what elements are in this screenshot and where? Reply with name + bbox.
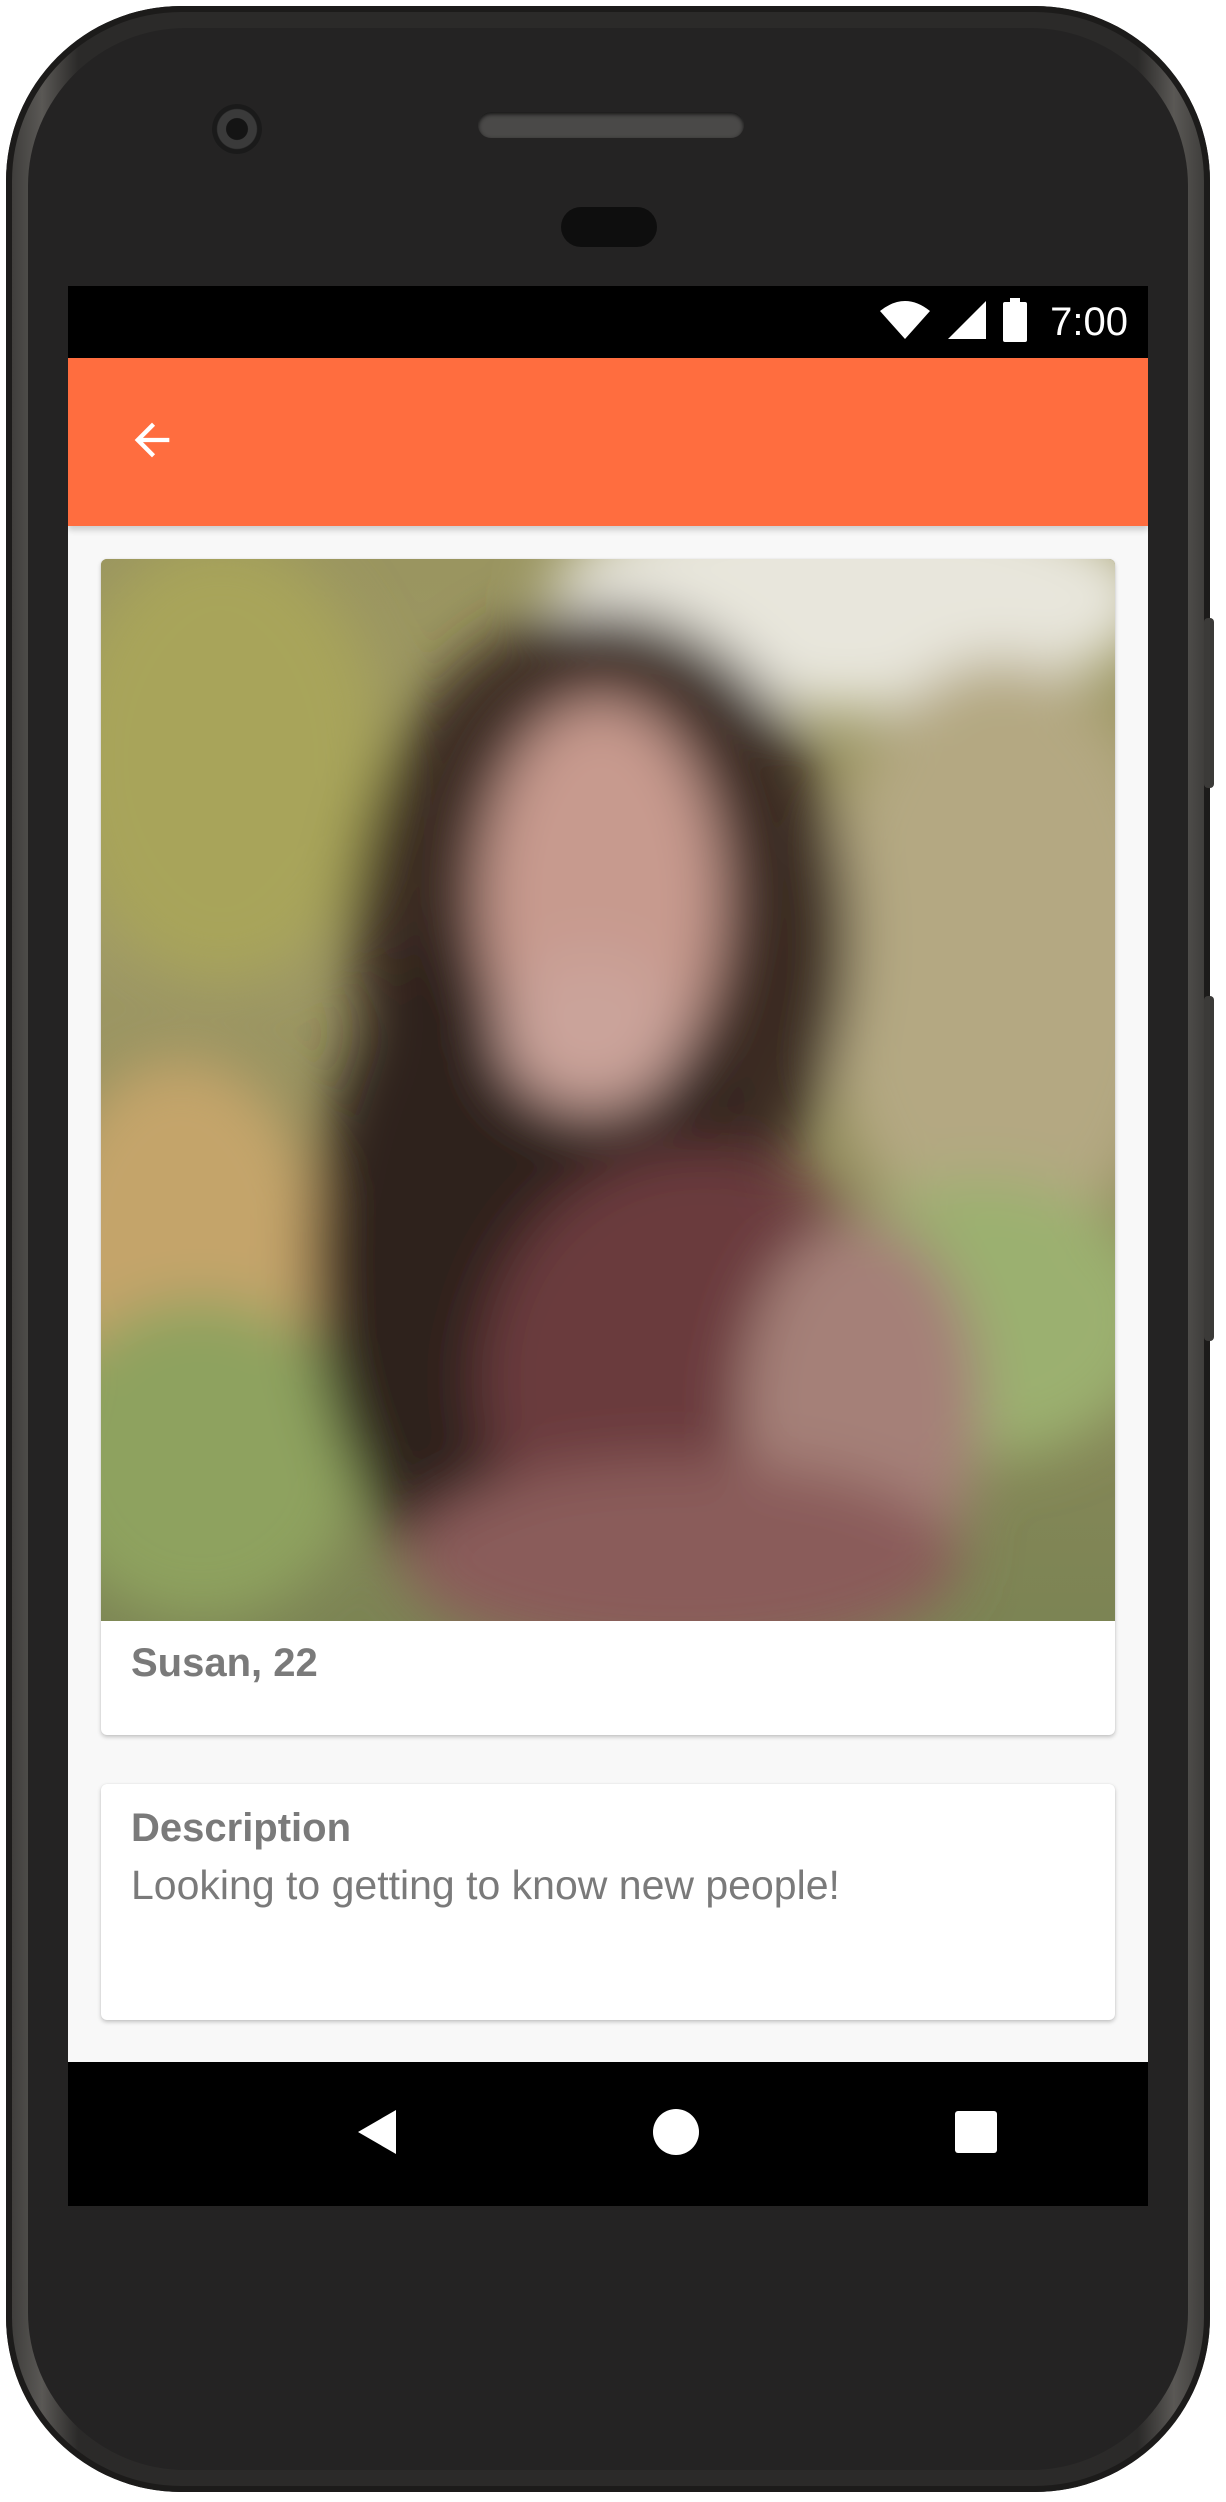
battery-icon <box>1002 297 1028 347</box>
system-nav-bar <box>68 2062 1148 2206</box>
app-bar <box>68 358 1148 526</box>
volume-button <box>1204 618 1214 788</box>
nav-back-button[interactable] <box>328 2086 424 2182</box>
profile-content[interactable]: Susan, 22 Description Looking to getting… <box>68 526 1148 2062</box>
device-screen: 7:00 Susan, 22 Description Looking to ge… <box>68 286 1148 2206</box>
description-card: Description Looking to getting to know n… <box>101 1784 1115 2020</box>
description-text: Looking to getting to know new people! <box>131 1862 840 1908</box>
profile-card: Susan, 22 <box>101 559 1115 1735</box>
nav-home-button[interactable] <box>628 2086 724 2182</box>
description-title: Description <box>131 1806 352 1850</box>
profile-photo <box>101 559 1115 1621</box>
front-camera <box>212 104 262 154</box>
arrow-back-icon <box>126 414 178 471</box>
nav-home-icon <box>652 2108 700 2161</box>
power-button <box>1204 996 1214 1341</box>
wifi-icon <box>878 299 932 346</box>
earpiece-speaker <box>478 112 744 138</box>
nav-recents-icon <box>954 2110 998 2159</box>
nav-recents-button[interactable] <box>928 2086 1024 2182</box>
status-time: 7:00 <box>1050 299 1128 344</box>
profile-name-age: Susan, 22 <box>131 1641 318 1685</box>
status-bar: 7:00 <box>68 286 1148 358</box>
proximity-sensor <box>561 207 657 247</box>
back-button[interactable] <box>116 406 188 478</box>
nav-back-icon <box>354 2108 398 2161</box>
cellular-signal-icon <box>946 299 988 346</box>
